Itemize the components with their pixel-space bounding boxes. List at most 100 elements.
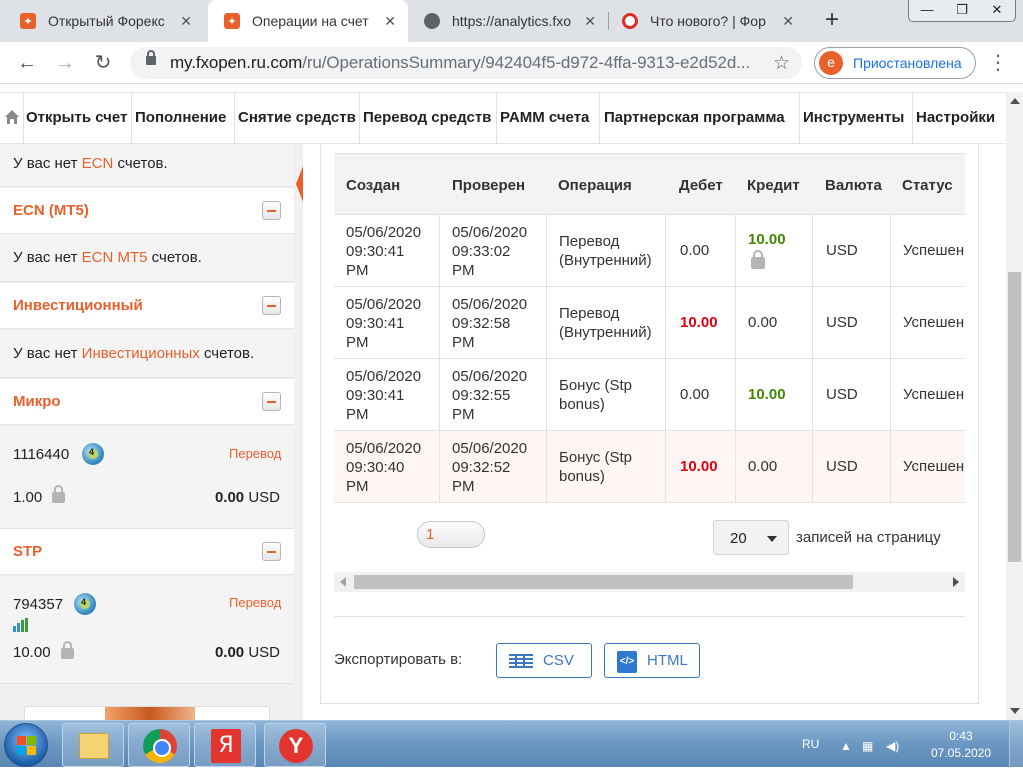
minimize-icon[interactable]: — xyxy=(910,0,944,22)
close-icon[interactable]: ✕ xyxy=(782,13,794,30)
horizontal-scrollbar[interactable] xyxy=(334,572,965,592)
equity-currency: USD xyxy=(248,489,280,506)
cell-debit: 0.00 xyxy=(680,242,710,259)
column-header-operation[interactable]: Операция xyxy=(558,177,632,194)
table-row-selected[interactable]: 05/06/2020 09:30:40 PM 05/06/2020 09:32:… xyxy=(334,431,965,503)
html-label: HTML xyxy=(647,652,688,669)
note-text: У вас нет xyxy=(13,155,82,172)
sidebar-toggle-tab[interactable] xyxy=(296,144,303,720)
column-header-created[interactable]: Создан xyxy=(346,177,400,194)
nav-divider xyxy=(131,93,132,143)
nav-deposit[interactable]: Пополнение xyxy=(135,93,226,143)
cell-created: 05/06/2020 09:30:41 PM xyxy=(346,296,422,351)
account-equity: 0.00 USD xyxy=(215,489,280,506)
investment-empty-note: У вас нет Инвестиционных счетов. xyxy=(13,345,254,362)
scroll-left-icon[interactable] xyxy=(340,577,346,587)
menu-kebab-icon[interactable]: ⋮ xyxy=(988,50,1008,75)
note-text: счетов. xyxy=(113,155,168,172)
url-text[interactable]: my.fxopen.ru.com/ru/OperationsSummary/94… xyxy=(170,53,750,73)
network-icon[interactable]: ▦ xyxy=(862,739,873,753)
nav-settings[interactable]: Настройки xyxy=(916,93,995,143)
browser-tab-active[interactable]: ✦ Операции на счет ✕ xyxy=(208,0,408,42)
clock[interactable]: 0:43 07.05.2020 xyxy=(920,728,1002,762)
collapse-button[interactable] xyxy=(262,296,281,315)
account-number[interactable]: 1116440 xyxy=(13,446,69,463)
cell-status: Успешен xyxy=(903,386,965,403)
forward-icon[interactable]: → xyxy=(52,50,78,76)
scroll-thumb[interactable] xyxy=(354,575,853,589)
browser-tab[interactable]: Что нового? | Фор ✕ xyxy=(606,0,806,42)
column-header-credit[interactable]: Кредит xyxy=(747,177,800,194)
scroll-down-icon[interactable] xyxy=(1010,708,1020,714)
close-window-icon[interactable]: ✕ xyxy=(980,0,1014,22)
nav-instruments[interactable]: Инструменты xyxy=(803,93,904,143)
export-html-button[interactable]: </> HTML xyxy=(604,643,700,678)
page-scrollbar[interactable] xyxy=(1006,92,1023,720)
scroll-right-icon[interactable] xyxy=(953,577,959,587)
close-icon[interactable]: ✕ xyxy=(384,13,396,30)
column-header-debit[interactable]: Дебет xyxy=(679,177,723,194)
export-csv-button[interactable]: CSV xyxy=(496,643,592,678)
address-bar[interactable]: my.fxopen.ru.com/ru/OperationsSummary/94… xyxy=(130,47,802,79)
start-button[interactable] xyxy=(4,723,48,767)
ecn-mt5-link[interactable]: ECN MT5 xyxy=(82,249,148,266)
page-button[interactable]: 1 xyxy=(417,521,485,548)
lock-icon xyxy=(61,641,74,659)
profile-button[interactable]: e Приостановлена xyxy=(814,47,976,79)
cell-created: 05/06/2020 09:30:41 PM xyxy=(346,224,422,279)
collapse-button[interactable] xyxy=(262,201,281,220)
taskbar-explorer[interactable] xyxy=(62,723,124,767)
investment-link[interactable]: Инвестиционных xyxy=(82,345,200,362)
back-icon[interactable]: ← xyxy=(14,50,40,76)
yandex-icon: Я xyxy=(211,729,241,763)
micro-panel: 1116440 4 Перевод 1.00 0.00 USD xyxy=(0,426,294,529)
taskbar: Я Y RU ▲ ▦ ◀) 0:43 07.05.2020 xyxy=(0,720,1023,768)
cell-credit: 10.00 xyxy=(748,231,786,248)
column-header-currency[interactable]: Валюта xyxy=(825,177,882,194)
nav-divider xyxy=(359,93,360,143)
divider xyxy=(334,616,965,617)
reload-icon[interactable]: ↻ xyxy=(90,50,116,76)
cell-currency: USD xyxy=(826,314,858,331)
scroll-thumb[interactable] xyxy=(1008,272,1021,562)
taskbar-chrome[interactable] xyxy=(128,723,190,767)
lock-icon xyxy=(146,50,156,65)
account-number[interactable]: 794357 xyxy=(13,596,63,613)
tab-title: Открытый Форекс xyxy=(48,13,165,29)
restore-icon[interactable]: ❐ xyxy=(945,0,979,22)
show-desktop-button[interactable] xyxy=(1009,721,1023,768)
banner-preview[interactable] xyxy=(24,706,270,720)
browser-tab[interactable]: https://analytics.fxo ✕ xyxy=(408,0,608,42)
tray-arrow-icon[interactable]: ▲ xyxy=(840,739,852,753)
column-header-checked[interactable]: Проверен xyxy=(452,177,525,194)
column-header-status[interactable]: Статус xyxy=(902,177,953,194)
ecn-link[interactable]: ECN xyxy=(82,155,114,172)
nav-partner[interactable]: Партнерская программа xyxy=(604,93,785,143)
browser-tab[interactable]: ✦ Открытый Форекс ✕ xyxy=(4,0,204,42)
ecn-empty-note: У вас нет ECN счетов. xyxy=(13,155,168,172)
per-page-select[interactable]: 20 xyxy=(713,520,789,555)
cell-currency: USD xyxy=(826,386,858,403)
folder-icon xyxy=(79,733,109,759)
home-icon[interactable] xyxy=(4,109,20,125)
scroll-up-icon[interactable] xyxy=(1010,98,1020,104)
taskbar-yandex-browser[interactable]: Y xyxy=(264,723,326,767)
transfer-link[interactable]: Перевод xyxy=(229,595,281,610)
new-tab-button[interactable]: + xyxy=(818,6,846,34)
collapse-button[interactable] xyxy=(262,542,281,561)
per-page-label: записей на страницу xyxy=(796,529,941,546)
close-icon[interactable]: ✕ xyxy=(584,13,596,30)
language-indicator[interactable]: RU xyxy=(802,737,819,751)
taskbar-yandex[interactable]: Я xyxy=(194,723,256,767)
bookmark-star-icon[interactable]: ☆ xyxy=(773,52,790,75)
tab-title: Операции на счет xyxy=(252,13,369,29)
collapse-button[interactable] xyxy=(262,392,281,411)
nav-withdraw[interactable]: Снятие средств xyxy=(238,93,356,143)
nav-transfer[interactable]: Перевод средств xyxy=(363,93,491,143)
transfer-link[interactable]: Перевод xyxy=(229,446,281,461)
nav-pamm[interactable]: PAMM счета xyxy=(500,93,589,143)
nav-open-account[interactable]: Открыть счет xyxy=(26,93,127,143)
close-icon[interactable]: ✕ xyxy=(180,13,192,30)
note-text: У вас нет xyxy=(13,249,82,266)
volume-icon[interactable]: ◀) xyxy=(886,739,899,753)
